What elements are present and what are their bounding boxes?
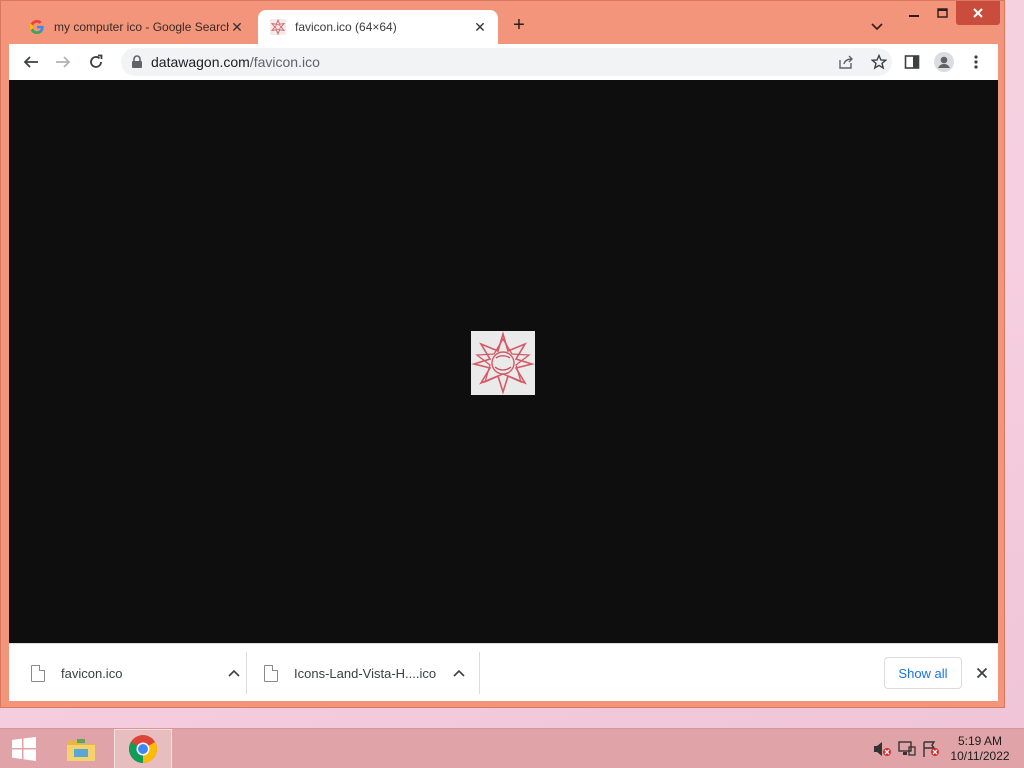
download-filename: Icons-Land-Vista-H....ico: [294, 665, 437, 681]
tab-title: favicon.ico (64×64): [295, 20, 397, 34]
chrome-icon: [129, 735, 157, 763]
google-g-icon: [29, 19, 45, 35]
tab-favicon[interactable]: favicon.ico (64×64) ✕: [258, 10, 498, 44]
title-bar: my computer ico - Google Search ✕ favico…: [1, 1, 1004, 44]
windows-logo-icon: [12, 737, 36, 761]
volume-muted-icon[interactable]: [873, 741, 891, 757]
forward-arrow-icon[interactable]: [53, 52, 73, 72]
favicon-image[interactable]: [471, 331, 535, 395]
url-text[interactable]: datawagon.com/favicon.ico: [151, 54, 320, 70]
close-icon[interactable]: [972, 663, 992, 683]
maximize-button[interactable]: [929, 1, 955, 25]
file-icon: [264, 664, 278, 682]
download-divider: [246, 652, 247, 694]
file-icon: [31, 664, 45, 682]
image-viewer: [9, 80, 998, 643]
download-divider: [479, 652, 480, 694]
tab-search-chevron-icon[interactable]: [869, 18, 885, 34]
tab-close-icon[interactable]: ✕: [229, 19, 245, 36]
browser-toolbar: datawagon.com/favicon.ico: [9, 44, 998, 80]
address-bar[interactable]: datawagon.com/favicon.ico: [121, 48, 892, 76]
download-filename: favicon.ico: [61, 665, 123, 681]
file-explorer-taskbar-button[interactable]: [52, 729, 110, 768]
back-arrow-icon[interactable]: [21, 52, 41, 72]
start-button[interactable]: [0, 729, 48, 768]
clock-date: 10/11/2022: [950, 749, 1010, 763]
close-window-button[interactable]: [956, 1, 1000, 25]
chevron-up-icon[interactable]: [452, 666, 466, 680]
clock-time: 5:19 AM: [957, 734, 1003, 748]
action-center-flag-icon[interactable]: [922, 741, 940, 757]
folder-icon: [67, 739, 95, 761]
system-clock[interactable]: 5:19 AM 10/11/2022: [944, 734, 1016, 764]
tab-title: my computer ico - Google Search: [54, 20, 229, 34]
bookmark-star-icon[interactable]: [869, 52, 889, 72]
download-item[interactable]: Icons-Land-Vista-H....ico: [264, 652, 466, 694]
reload-icon[interactable]: [86, 52, 106, 72]
profile-avatar-icon[interactable]: [934, 52, 954, 72]
taskbar: 5:19 AM 10/11/2022: [0, 728, 1024, 768]
show-all-button[interactable]: Show all: [884, 657, 962, 689]
new-tab-plus-icon[interactable]: +: [509, 15, 529, 35]
share-icon[interactable]: [836, 52, 856, 72]
lock-icon[interactable]: [131, 55, 143, 74]
tab-close-icon[interactable]: ✕: [472, 19, 488, 36]
browser-window: my computer ico - Google Search ✕ favico…: [0, 0, 1005, 708]
download-item[interactable]: favicon.ico: [31, 652, 241, 694]
downloads-shelf: favicon.ico Icons-Land-Vista-H....ico Sh…: [9, 643, 998, 701]
menu-kebab-icon[interactable]: [966, 52, 986, 72]
chevron-up-icon[interactable]: [227, 666, 241, 680]
favicon-star-icon: [270, 19, 286, 35]
tab-google-search[interactable]: my computer ico - Google Search ✕: [17, 10, 255, 44]
network-icon[interactable]: [898, 741, 916, 757]
minimize-button[interactable]: [899, 1, 929, 25]
side-panel-icon[interactable]: [902, 52, 922, 72]
chrome-taskbar-button[interactable]: [114, 729, 172, 768]
